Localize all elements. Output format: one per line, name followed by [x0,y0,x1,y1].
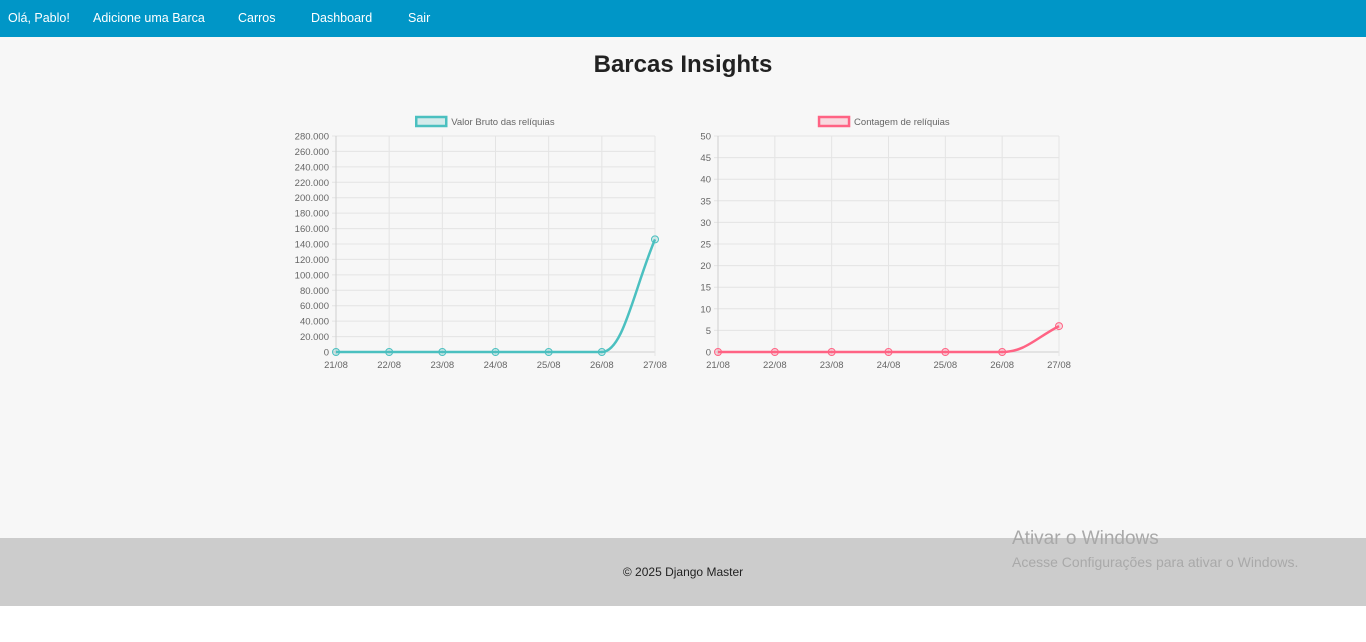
nav-link-carros[interactable]: Carros [238,0,276,37]
y-tick-label: 25 [700,240,711,251]
page-title: Barcas Insights [593,51,773,78]
footer-copyright: © 2025 Django Master [622,565,744,579]
data-point[interactable] [491,348,500,356]
x-tick-label: 27/08 [1047,360,1071,371]
y-tick-label: 0 [324,348,329,359]
y-tick-label: 40.000 [300,317,329,328]
x-tick-label: 24/08 [484,360,508,371]
legend-label[interactable]: Contagem de relíquias [854,117,950,128]
y-tick-label: 240.000 [295,162,329,173]
x-tick-label: 22/08 [763,360,787,371]
top-navbar: Olá, Pablo! Adicione uma Barca Carros Da… [0,0,1366,37]
y-tick-label: 0 [706,348,711,359]
nav-greeting[interactable]: Olá, Pablo! [8,0,70,37]
x-tick-label: 23/08 [430,360,454,371]
chart-contagem: 0 5 10 15 20 25 30 35 40 45 50 21/08 22/08 23/08 24/08… [700,115,1071,371]
data-point[interactable] [438,348,447,356]
y-tick-label: 35 [700,196,711,207]
data-point[interactable] [770,348,779,356]
y-tick-label: 50 [700,132,711,143]
y-tick-label: 40 [700,175,711,186]
x-tick-label: 22/08 [377,360,401,371]
nav-link-dashboard[interactable]: Dashboard [311,0,372,37]
x-tick-label: 26/08 [590,360,614,371]
main-content: Barcas Insights 0 20.000 40.000 60.000 80.00… [0,37,1366,538]
y-tick-label: 220.000 [295,178,329,189]
y-tick-label: 45 [700,153,711,164]
data-point[interactable] [714,348,722,356]
data-point[interactable] [385,348,394,356]
y-tick-label: 5 [706,326,711,337]
x-tick-label: 26/08 [990,360,1014,371]
x-tick-label: 24/08 [877,360,901,371]
x-tick-label: 27/08 [643,360,667,371]
nav-link-add-barca[interactable]: Adicione uma Barca [93,0,205,37]
x-tick-label: 21/08 [324,360,348,371]
y-tick-label: 200.000 [295,193,329,204]
data-point[interactable] [1055,322,1063,331]
data-point[interactable] [998,348,1007,356]
y-tick-label: 160.000 [295,224,329,235]
y-tick-label: 10 [700,304,711,315]
data-point[interactable] [941,348,950,356]
data-point[interactable] [544,348,553,356]
page-bottom-area [0,606,1366,642]
y-tick-label: 120.000 [295,255,329,266]
y-tick-label: 60.000 [300,301,329,312]
y-tick-label: 15 [700,283,711,294]
data-point[interactable] [884,348,893,356]
data-point[interactable] [332,348,340,356]
y-tick-label: 280.000 [295,132,329,143]
y-tick-label: 80.000 [300,286,329,297]
y-tick-label: 180.000 [295,209,329,220]
legend-swatch[interactable] [817,115,851,128]
y-tick-label: 260.000 [295,147,329,158]
footer: © 2025 Django Master [0,538,1366,606]
x-tick-label: 21/08 [706,360,730,371]
y-tick-label: 100.000 [295,270,329,281]
y-tick-label: 20.000 [300,332,329,343]
x-tick-label: 23/08 [820,360,844,371]
nav-link-sair[interactable]: Sair [408,0,430,37]
y-tick-label: 140.000 [295,240,329,251]
x-tick-label: 25/08 [537,360,561,371]
legend-swatch[interactable] [415,115,448,128]
legend-label[interactable]: Valor Bruto das relíquias [451,117,555,128]
data-point[interactable] [651,235,659,244]
y-tick-label: 20 [700,261,711,272]
x-tick-label: 25/08 [933,360,957,371]
data-point[interactable] [597,348,606,356]
data-point[interactable] [827,348,836,356]
y-tick-label: 30 [700,218,711,229]
chart-valor-bruto: 0 20.000 40.000 60.000 80.000 100.000 120.000 1… [295,115,667,371]
